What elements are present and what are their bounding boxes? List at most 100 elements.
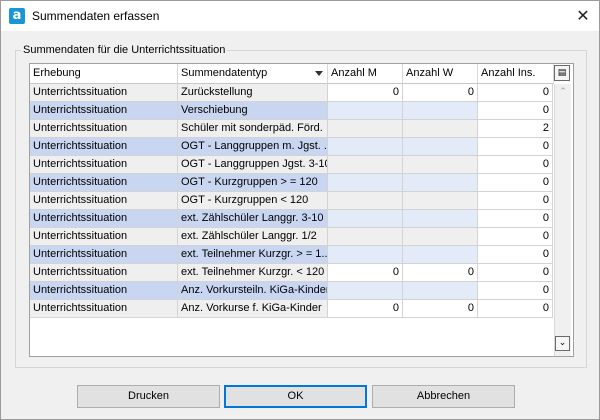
cell-anzahl-w[interactable] <box>403 138 478 156</box>
cell-erhebung: Unterrichtssituation <box>30 84 178 102</box>
cell-summendatentyp: Verschiebung <box>178 102 328 120</box>
table-row[interactable]: Unterrichtssituation OGT - Langgruppen Jg… <box>30 156 553 174</box>
cell-erhebung: Unterrichtssituation <box>30 174 178 192</box>
close-icon: ✕ <box>576 6 590 25</box>
table-row[interactable]: Unterrichtssituation ext. Teilnehmer Kurz… <box>30 264 553 282</box>
table-row[interactable]: Unterrichtssituation Anz. Vorkurse f. KiG… <box>30 300 553 318</box>
table-row[interactable]: Unterrichtssituation OGT - Kurzgruppen < … <box>30 192 553 210</box>
cell-anzahl-ins[interactable]: 0 <box>478 264 553 282</box>
cell-anzahl-w[interactable] <box>403 174 478 192</box>
cell-erhebung: Unterrichtssituation <box>30 264 178 282</box>
cell-anzahl-m[interactable]: 0 <box>328 264 403 282</box>
cell-anzahl-w[interactable] <box>403 192 478 210</box>
column-header-label: Summendatentyp <box>181 67 268 79</box>
cell-erhebung: Unterrichtssituation <box>30 282 178 300</box>
cell-anzahl-ins[interactable]: 0 <box>478 156 553 174</box>
cell-erhebung: Unterrichtssituation <box>30 246 178 264</box>
cell-anzahl-ins[interactable]: 0 <box>478 300 553 318</box>
cell-anzahl-ins[interactable]: 2 <box>478 120 553 138</box>
cell-anzahl-ins[interactable]: 0 <box>478 282 553 300</box>
cell-anzahl-w[interactable] <box>403 210 478 228</box>
column-header-anzahl-ins[interactable]: Anzahl Ins. <box>478 64 554 84</box>
cell-anzahl-m[interactable] <box>328 192 403 210</box>
table-row[interactable]: Unterrichtssituation ext. Teilnehmer Kurz… <box>30 246 553 264</box>
cell-anzahl-ins[interactable]: 0 <box>478 174 553 192</box>
scroll-up-icon[interactable]: ⌃ <box>555 84 571 100</box>
cell-anzahl-ins[interactable]: 0 <box>478 210 553 228</box>
cell-anzahl-ins[interactable]: 0 <box>478 102 553 120</box>
sort-descending-icon <box>315 71 323 76</box>
cell-summendatentyp: ext. Teilnehmer Kurzgr. < 120 <box>178 264 328 282</box>
cell-anzahl-m[interactable] <box>328 282 403 300</box>
cell-erhebung: Unterrichtssituation <box>30 102 178 120</box>
vertical-scrollbar[interactable]: ⌃ ⌄ <box>554 84 571 356</box>
cell-summendatentyp: OGT - Langgruppen m. Jgst. ... <box>178 138 328 156</box>
table-row[interactable]: Unterrichtssituation Anz. Vorkursteiln. K… <box>30 282 553 300</box>
cell-summendatentyp: OGT - Kurzgruppen > = 120 <box>178 174 328 192</box>
cell-anzahl-ins[interactable]: 0 <box>478 246 553 264</box>
cell-anzahl-w[interactable] <box>403 246 478 264</box>
cancel-button[interactable]: Abbrechen <box>372 385 515 408</box>
dialog-window: a Summendaten erfassen ✕ Summendaten für… <box>0 0 600 420</box>
cell-anzahl-m[interactable] <box>328 246 403 264</box>
cell-summendatentyp: ext. Zählschüler Langgr. 3-10 <box>178 210 328 228</box>
cell-anzahl-m[interactable] <box>328 138 403 156</box>
scroll-down-icon[interactable]: ⌄ <box>555 336 570 351</box>
cell-anzahl-w[interactable] <box>403 228 478 246</box>
cell-anzahl-ins[interactable]: 0 <box>478 138 553 156</box>
table-row[interactable]: Unterrichtssituation OGT - Kurzgruppen > … <box>30 174 553 192</box>
data-grid: Erhebung Summendatentyp Anzahl M Anzahl … <box>29 63 574 357</box>
cell-anzahl-m[interactable] <box>328 228 403 246</box>
cell-anzahl-w[interactable] <box>403 282 478 300</box>
cell-anzahl-ins[interactable]: 0 <box>478 228 553 246</box>
title-bar: a Summendaten erfassen ✕ <box>1 1 599 31</box>
column-header-erhebung[interactable]: Erhebung <box>30 64 178 84</box>
cell-erhebung: Unterrichtssituation <box>30 300 178 318</box>
ok-button[interactable]: OK <box>224 385 367 408</box>
cell-anzahl-m[interactable]: 0 <box>328 300 403 318</box>
cell-summendatentyp: Zurückstellung <box>178 84 328 102</box>
cell-anzahl-w[interactable]: 0 <box>403 300 478 318</box>
cell-summendatentyp: OGT - Langgruppen Jgst. 3-10 <box>178 156 328 174</box>
cell-summendatentyp: Schüler mit sonderpäd. Förd. <box>178 120 328 138</box>
cell-anzahl-m[interactable] <box>328 174 403 192</box>
cell-anzahl-ins[interactable]: 0 <box>478 192 553 210</box>
cell-anzahl-m[interactable] <box>328 120 403 138</box>
cell-anzahl-w[interactable]: 0 <box>403 264 478 282</box>
table-row[interactable]: Unterrichtssituation Zurückstellung 0 0 0 <box>30 84 553 102</box>
column-chooser-icon: ▤ <box>557 68 567 78</box>
cell-erhebung: Unterrichtssituation <box>30 210 178 228</box>
cell-anzahl-w[interactable] <box>403 102 478 120</box>
column-header-anzahl-w[interactable]: Anzahl W <box>403 64 478 84</box>
column-chooser-button[interactable]: ▤ <box>554 65 570 81</box>
cell-anzahl-w[interactable] <box>403 120 478 138</box>
table-row[interactable]: Unterrichtssituation ext. Zählschüler Lan… <box>30 228 553 246</box>
table-row[interactable]: Unterrichtssituation Verschiebung 0 <box>30 102 553 120</box>
cell-erhebung: Unterrichtssituation <box>30 228 178 246</box>
cell-erhebung: Unterrichtssituation <box>30 156 178 174</box>
cell-erhebung: Unterrichtssituation <box>30 138 178 156</box>
column-header-summendatentyp[interactable]: Summendatentyp <box>178 64 328 84</box>
close-button[interactable]: ✕ <box>567 3 599 29</box>
cell-erhebung: Unterrichtssituation <box>30 192 178 210</box>
table-row[interactable]: Unterrichtssituation ext. Zählschüler Lan… <box>30 210 553 228</box>
cell-anzahl-w[interactable] <box>403 156 478 174</box>
column-header-anzahl-m[interactable]: Anzahl M <box>328 64 403 84</box>
window-title: Summendaten erfassen <box>32 9 160 23</box>
cell-anzahl-m[interactable] <box>328 102 403 120</box>
cell-summendatentyp: OGT - Kurzgruppen < 120 <box>178 192 328 210</box>
cell-summendatentyp: ext. Zählschüler Langgr. 1/2 <box>178 228 328 246</box>
cell-anzahl-w[interactable]: 0 <box>403 84 478 102</box>
table-row[interactable]: Unterrichtssituation OGT - Langgruppen m.… <box>30 138 553 156</box>
cell-summendatentyp: Anz. Vorkursteiln. KiGa-Kinder <box>178 282 328 300</box>
table-row[interactable]: Unterrichtssituation Schüler mit sonderpä… <box>30 120 553 138</box>
cell-anzahl-m[interactable] <box>328 156 403 174</box>
cell-anzahl-m[interactable]: 0 <box>328 84 403 102</box>
cell-erhebung: Unterrichtssituation <box>30 120 178 138</box>
group-box-label: Summendaten für die Unterrichtssituation <box>21 44 228 56</box>
cell-anzahl-m[interactable] <box>328 210 403 228</box>
cell-anzahl-ins[interactable]: 0 <box>478 84 553 102</box>
print-button[interactable]: Drucken <box>77 385 220 408</box>
cell-summendatentyp: Anz. Vorkurse f. KiGa-Kinder <box>178 300 328 318</box>
app-logo-icon: a <box>9 8 25 24</box>
